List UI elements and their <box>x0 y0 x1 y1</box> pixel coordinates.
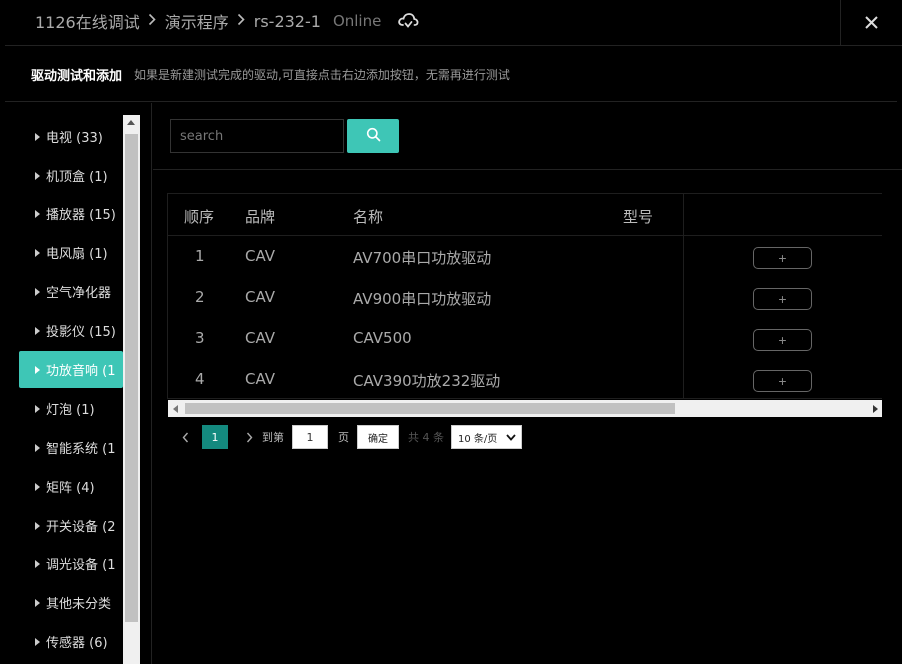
sidebar-item-air-purifier[interactable]: 空气净化器 <box>19 273 123 310</box>
section-hint: 如果是新建测试完成的驱动,可直接点击右边添加按钮，无需再进行测试 <box>134 67 510 82</box>
caret-right-icon <box>35 404 40 413</box>
caret-right-icon <box>35 559 40 568</box>
row-name: AV700串口功放驱动 <box>353 249 492 267</box>
page-number-current[interactable]: 1 <box>202 425 228 449</box>
column-header-brand[interactable]: 品牌 <box>245 206 275 227</box>
section-header: 驱动测试和添加 如果是新建测试完成的驱动,可直接点击右边添加按钮，无需再进行测试 <box>5 47 897 102</box>
chevron-right-icon <box>148 13 156 30</box>
sidebar-scrollbar[interactable] <box>123 115 140 664</box>
table-action-column <box>683 194 882 398</box>
caret-right-icon <box>35 482 40 491</box>
scroll-right-arrow-icon[interactable] <box>873 405 878 413</box>
column-header-model[interactable]: 型号 <box>623 206 653 227</box>
sidebar-item-light-bulb[interactable]: 灯泡 (1) <box>19 390 123 427</box>
row-brand: CAV <box>245 370 276 388</box>
breadcrumb-item-device[interactable]: 1126在线调试 <box>35 9 140 33</box>
divider <box>153 169 902 170</box>
page-suffix-label: 页 <box>338 431 349 444</box>
breadcrumb-item-port: rs-232-1 <box>253 11 321 31</box>
scroll-up-arrow-icon[interactable] <box>127 120 135 125</box>
cloud-sync-icon <box>397 11 419 31</box>
sidebar-item-projector[interactable]: 投影仪 (15) <box>19 312 123 349</box>
sidebar-item-dimmer-device[interactable]: 调光设备 (1 <box>19 545 123 582</box>
search-button[interactable] <box>347 119 399 153</box>
row-index: 3 <box>195 329 205 347</box>
row-index: 1 <box>195 247 205 265</box>
goto-label: 到第 <box>262 431 284 444</box>
caret-right-icon <box>35 171 40 180</box>
sidebar-item-tv[interactable]: 电视 (33) <box>19 118 123 155</box>
row-name: AV900串口功放驱动 <box>353 290 492 308</box>
total-count: 共 4 条 <box>408 431 444 444</box>
caret-right-icon <box>35 326 40 335</box>
chevron-left-icon <box>182 432 188 442</box>
close-button[interactable] <box>840 0 902 46</box>
modal-header: 1126在线调试 演示程序 rs-232-1 Online <box>5 0 902 46</box>
row-brand: CAV <box>245 247 276 265</box>
goto-confirm-button[interactable]: 确定 <box>357 425 399 449</box>
sidebar-item-player[interactable]: 播放器 (15) <box>19 195 123 232</box>
sidebar-scroll-thumb[interactable] <box>125 134 138 622</box>
chevron-right-icon <box>246 432 252 442</box>
chevron-right-icon <box>237 13 245 30</box>
row-brand: CAV <box>245 288 276 306</box>
row-name: CAV500 <box>353 329 412 347</box>
caret-right-icon <box>35 443 40 452</box>
sidebar-item-amplifier[interactable]: 功放音响 (1 <box>19 351 123 388</box>
section-title: 驱动测试和添加 <box>31 68 123 84</box>
sidebar-item-uncategorized[interactable]: 其他未分类 <box>19 584 123 621</box>
row-name: CAV390功放232驱动 <box>353 372 501 390</box>
sidebar-item-matrix[interactable]: 矩阵 (4) <box>19 468 123 505</box>
row-index: 4 <box>195 370 205 388</box>
sidebar-item-switch-device[interactable]: 开关设备 (2 <box>19 507 123 544</box>
scroll-left-arrow-icon[interactable] <box>173 405 178 413</box>
search-input[interactable] <box>170 119 344 153</box>
page-size-select[interactable]: 10 条/页 <box>451 425 522 449</box>
sidebar-item-set-top-box[interactable]: 机顶盒 (1) <box>19 157 123 194</box>
column-header-index[interactable]: 顺序 <box>184 206 214 227</box>
sidebar-item-fan[interactable]: 电风扇 (1) <box>19 234 123 271</box>
row-brand: CAV <box>245 329 276 347</box>
caret-right-icon <box>35 132 40 141</box>
chevron-down-icon <box>506 433 516 444</box>
caret-right-icon <box>35 637 40 646</box>
close-icon <box>865 14 878 33</box>
connection-status: Online <box>332 12 382 30</box>
caret-right-icon <box>35 598 40 607</box>
previous-page-button[interactable] <box>178 428 192 446</box>
goto-page-input[interactable] <box>292 425 328 449</box>
page-size-value: 10 条/页 <box>458 433 498 445</box>
driver-table: 顺序 品牌 名称 型号 1 CAV AV700串口功放驱动 + 2 CAV AV… <box>167 193 882 399</box>
caret-right-icon <box>35 521 40 530</box>
sidebar-item-smart-system[interactable]: 智能系统 (1 <box>19 429 123 466</box>
next-page-button[interactable] <box>242 428 256 446</box>
table-horizontal-scrollbar[interactable] <box>168 400 882 417</box>
table-scroll-thumb[interactable] <box>185 403 675 414</box>
column-header-name[interactable]: 名称 <box>353 206 383 227</box>
category-sidebar: 电视 (33) 机顶盒 (1) 播放器 (15) 电风扇 (1) 空气净化器 投… <box>5 103 152 664</box>
breadcrumb-item-program[interactable]: 演示程序 <box>165 9 229 33</box>
search-icon <box>366 127 381 145</box>
row-index: 2 <box>195 288 205 306</box>
caret-right-icon <box>35 209 40 218</box>
sidebar-item-sensor[interactable]: 传感器 (6) <box>19 623 123 660</box>
breadcrumb: 1126在线调试 演示程序 rs-232-1 Online <box>35 9 419 33</box>
caret-right-icon <box>35 365 40 374</box>
caret-right-icon <box>35 248 40 257</box>
caret-right-icon <box>35 287 40 296</box>
driver-modal: 1126在线调试 演示程序 rs-232-1 Online 驱动测试和添加 如果… <box>5 0 902 664</box>
